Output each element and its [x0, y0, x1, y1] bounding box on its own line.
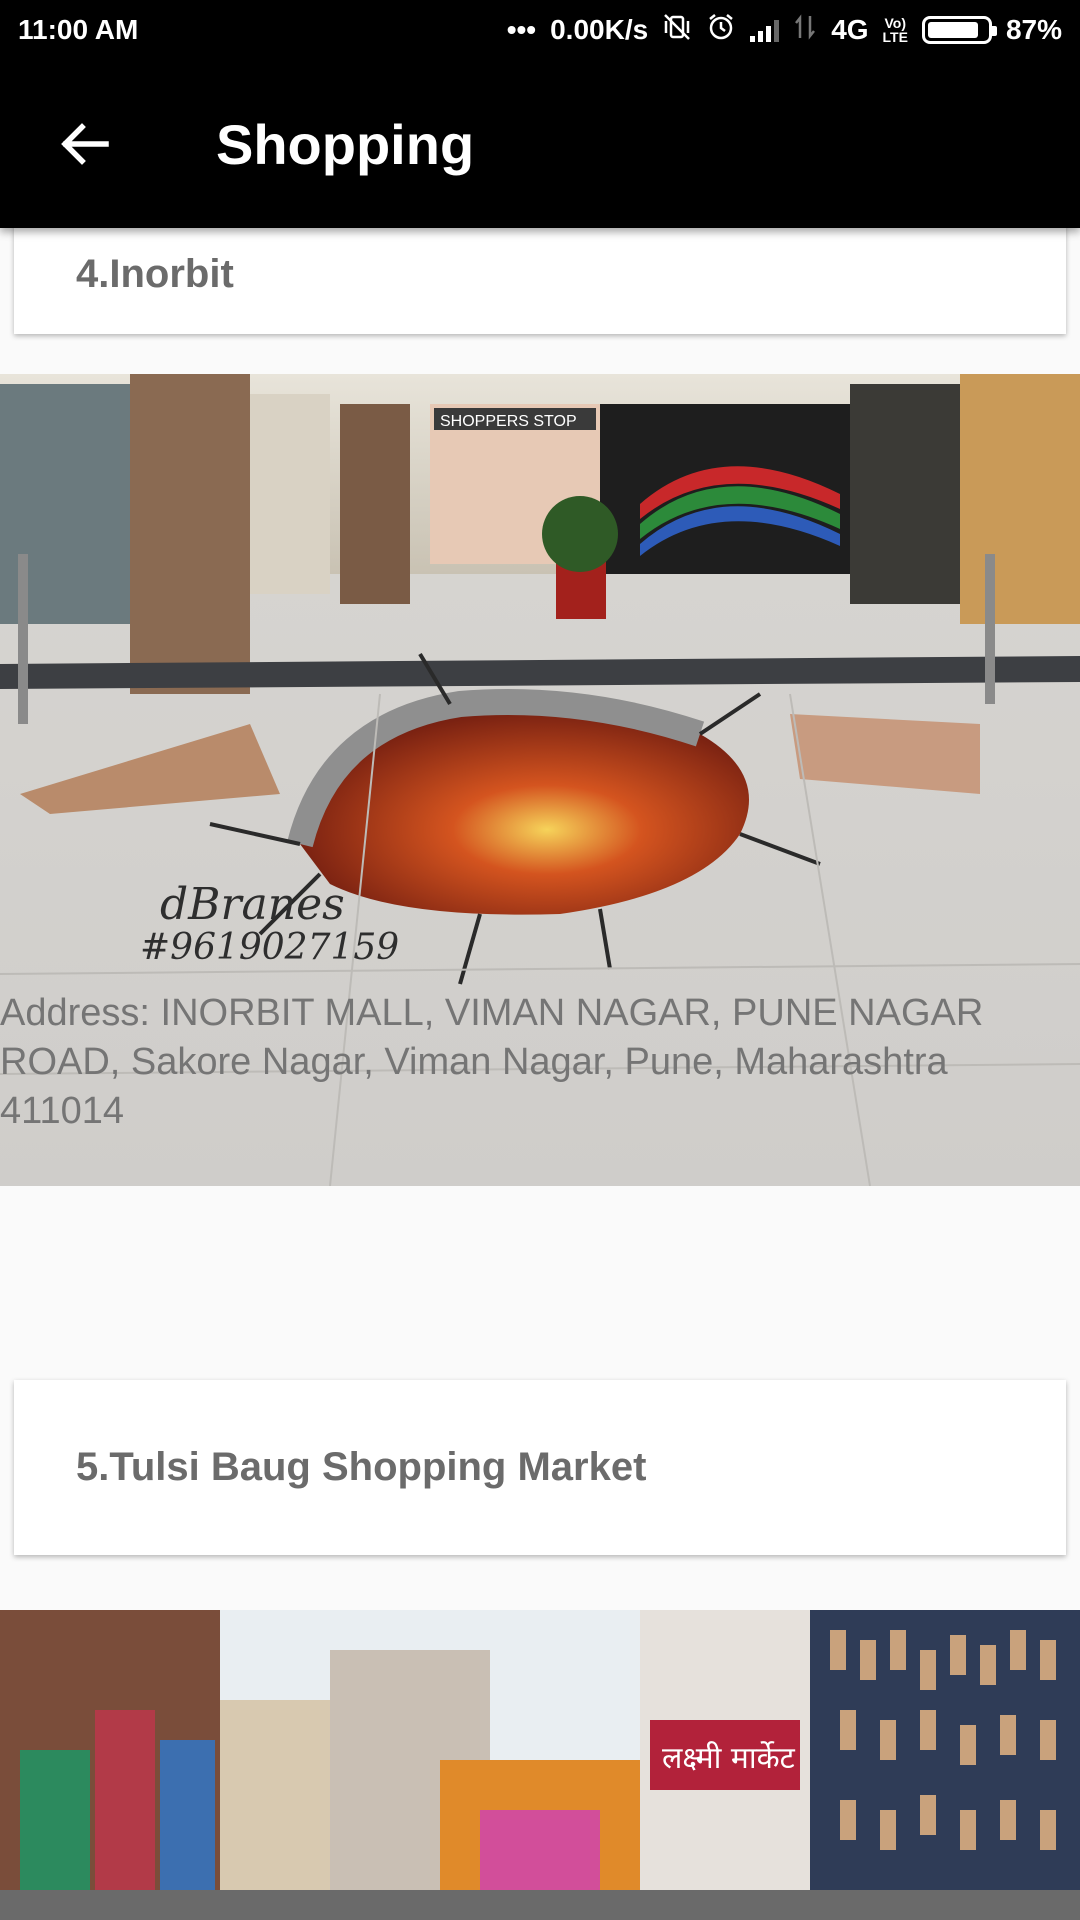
art-signature: dBranes	[160, 879, 345, 930]
net-speed: 0.00K/s	[550, 14, 649, 45]
store-sign: SHOPPERS STOP	[440, 413, 577, 430]
battery-icon	[921, 16, 997, 44]
page-title: Shopping	[216, 112, 475, 176]
place-address: Address: INORBIT MALL, VIMAN NAGAR, PUNE…	[0, 992, 984, 1132]
volte-icon: Vo) LTE	[882, 15, 908, 45]
place-title: 4.Inorbit	[76, 252, 234, 296]
app-bar: Shopping	[0, 60, 1080, 228]
back-button[interactable]	[0, 60, 168, 228]
place-title-card[interactable]: 4.Inorbit	[14, 228, 1066, 334]
data-arrows-icon	[793, 12, 817, 49]
place-title: 5.Tulsi Baug Shopping Market	[76, 1445, 647, 1489]
arrow-back-icon	[61, 123, 109, 165]
place-title-card[interactable]: 5.Tulsi Baug Shopping Market	[14, 1380, 1066, 1555]
market-sign: लक्ष्मी मार्केट	[662, 1741, 796, 1776]
tulsi-baug-market-photo: लक्ष्मी मार्केट	[0, 1610, 1080, 1920]
art-phone: #9619027159	[140, 927, 399, 968]
status-bar: 11:00 AM ••• 0.00K/s 4G Vo) LTE 87%	[0, 0, 1080, 60]
status-icons: ••• 0.00K/s 4G Vo) LTE 87%	[507, 12, 1062, 49]
alarm-icon	[706, 12, 736, 49]
vibrate-off-icon	[662, 12, 692, 49]
places-list[interactable]: 4.Inorbit SHOPPERS STOP dBranes #9619027…	[0, 228, 1080, 1920]
status-time: 11:00 AM	[18, 14, 139, 45]
signal-icon	[750, 18, 780, 42]
network-type: 4G	[831, 14, 869, 45]
more-icon: •••	[506, 14, 537, 45]
battery-percent: 87%	[1005, 14, 1062, 45]
